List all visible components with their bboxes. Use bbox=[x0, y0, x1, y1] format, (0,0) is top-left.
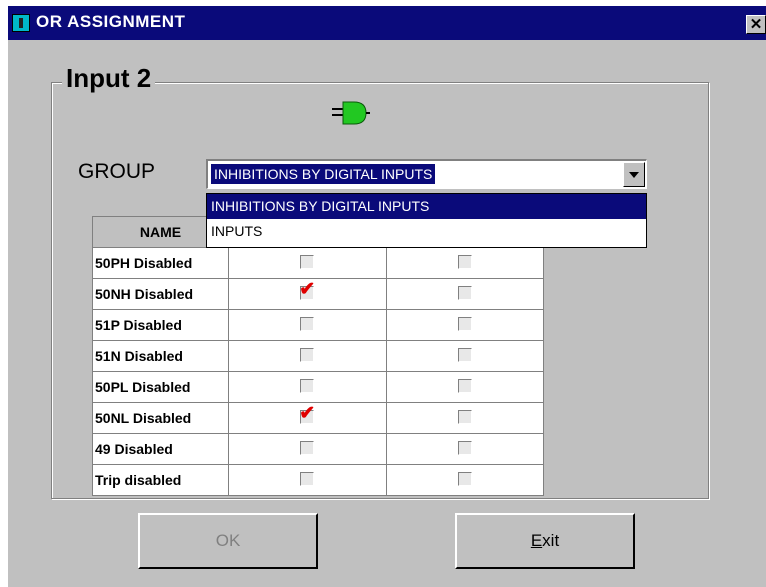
checkbox[interactable] bbox=[300, 316, 315, 331]
checkbox-cell bbox=[385, 340, 544, 372]
group-dropdown-list: INHIBITIONS BY DIGITAL INPUTS INPUTS bbox=[206, 193, 647, 248]
table-row: 50NH Disabled bbox=[92, 278, 544, 310]
checkbox-cell bbox=[385, 371, 544, 403]
checkbox[interactable] bbox=[457, 378, 472, 393]
checkbox-cell bbox=[228, 371, 387, 403]
checkbox-cell bbox=[385, 247, 544, 279]
table-row: 51P Disabled bbox=[92, 309, 544, 341]
checkbox-cell bbox=[228, 433, 387, 465]
title-bar: OR ASSIGNMENT ✕ bbox=[8, 6, 766, 40]
row-name: 50PH Disabled bbox=[92, 247, 229, 279]
dropdown-arrow-icon[interactable] bbox=[623, 162, 645, 187]
group-select-value: INHIBITIONS BY DIGITAL INPUTS bbox=[211, 164, 436, 184]
row-name: 50NL Disabled bbox=[92, 402, 229, 434]
inhibition-table: NAME 50PH Disabled50NH Disabled51P Disab… bbox=[92, 216, 544, 496]
checkbox[interactable] bbox=[300, 378, 315, 393]
table-row: 50PH Disabled bbox=[92, 247, 544, 279]
exit-label: xit bbox=[542, 531, 560, 550]
ok-button[interactable]: OK bbox=[138, 513, 318, 569]
checkbox-cell bbox=[228, 340, 387, 372]
checkbox-cell bbox=[385, 433, 544, 465]
dropdown-option[interactable]: INHIBITIONS BY DIGITAL INPUTS bbox=[207, 194, 646, 219]
app-icon bbox=[12, 14, 30, 32]
dropdown-option[interactable]: INPUTS bbox=[207, 219, 646, 244]
checkbox-cell bbox=[385, 278, 544, 310]
checkbox-cell bbox=[228, 464, 387, 496]
checkbox[interactable] bbox=[300, 254, 315, 269]
checkbox[interactable] bbox=[457, 409, 472, 424]
checkbox-cell bbox=[385, 309, 544, 341]
exit-mnemonic: E bbox=[530, 531, 543, 550]
plug-icon bbox=[332, 101, 370, 125]
row-name: 50PL Disabled bbox=[92, 371, 229, 403]
checkbox-cell bbox=[385, 464, 544, 496]
table-row: Trip disabled bbox=[92, 464, 544, 496]
checkbox[interactable] bbox=[300, 347, 315, 362]
checkbox[interactable] bbox=[457, 471, 472, 486]
checkbox[interactable] bbox=[457, 347, 472, 362]
checkbox-cell bbox=[385, 402, 544, 434]
row-name: 51P Disabled bbox=[92, 309, 229, 341]
row-name: 50NH Disabled bbox=[92, 278, 229, 310]
group-label: GROUP bbox=[78, 160, 156, 183]
table-row: 49 Disabled bbox=[92, 433, 544, 465]
checkbox[interactable] bbox=[457, 254, 472, 269]
table-row: 50NL Disabled bbox=[92, 402, 544, 434]
checked-checkbox[interactable] bbox=[299, 402, 315, 425]
row-name: 51N Disabled bbox=[92, 340, 229, 372]
checkbox[interactable] bbox=[457, 285, 472, 300]
group-select[interactable]: INHIBITIONS BY DIGITAL INPUTS bbox=[206, 159, 647, 189]
checkbox[interactable] bbox=[300, 440, 315, 455]
table-row: 51N Disabled bbox=[92, 340, 544, 372]
checkbox[interactable] bbox=[457, 316, 472, 331]
checkbox[interactable] bbox=[457, 440, 472, 455]
table-row: 50PL Disabled bbox=[92, 371, 544, 403]
checkbox-cell bbox=[228, 309, 387, 341]
exit-button[interactable]: Exit bbox=[455, 513, 635, 569]
row-name: 49 Disabled bbox=[92, 433, 229, 465]
window-title: OR ASSIGNMENT bbox=[36, 12, 186, 31]
checkbox-cell bbox=[228, 278, 387, 310]
checkbox-cell bbox=[228, 402, 387, 434]
checked-checkbox[interactable] bbox=[299, 278, 315, 301]
close-button[interactable]: ✕ bbox=[746, 15, 766, 34]
checkbox[interactable] bbox=[300, 471, 315, 486]
row-name: Trip disabled bbox=[92, 464, 229, 496]
checkbox-cell bbox=[228, 247, 387, 279]
group-box-title: Input 2 bbox=[62, 63, 156, 94]
